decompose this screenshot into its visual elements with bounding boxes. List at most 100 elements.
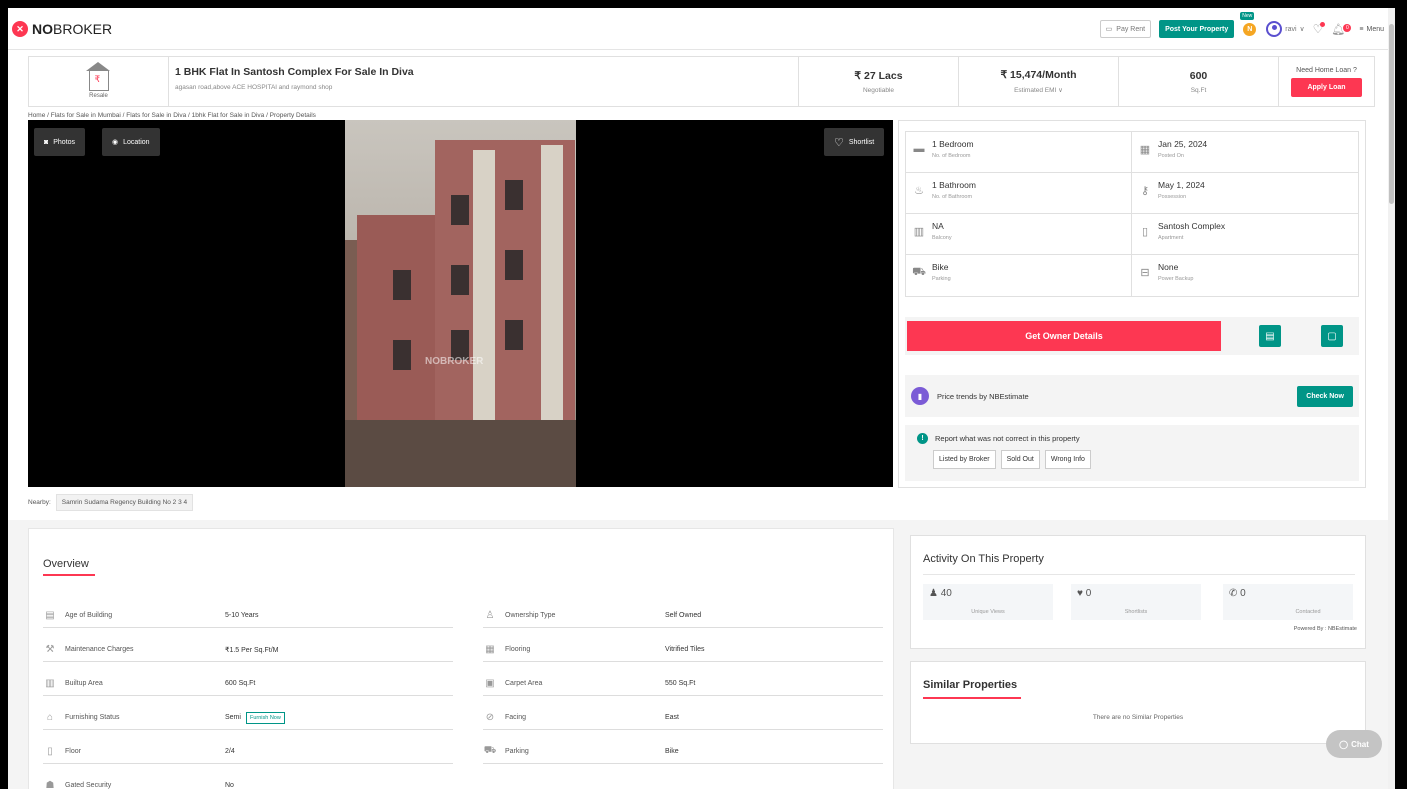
car-parking-icon: ⛟ <box>483 745 497 756</box>
photos-button[interactable]: ◙ Photos <box>34 128 86 156</box>
logo-mark-icon: ✕ <box>12 21 28 37</box>
maintenance-icon: ⚒ <box>45 644 55 655</box>
price-note: Negotiable <box>862 86 895 94</box>
similar-title: Similar Properties <box>923 679 1018 691</box>
feature-value: May 1, 2024 <box>1158 180 1205 190</box>
price-trends-row: ▮ Price trends by NBEstimate Check Now <box>905 375 1359 417</box>
overview-row: ⌂ Furnishing Status Semi Furnish Now <box>43 706 453 730</box>
views-label: Unique Views <box>971 609 1005 615</box>
feature-power-backup: ⊟ None Power Backup <box>1132 255 1358 296</box>
logo-text-rest: BROKER <box>53 21 113 37</box>
nobroker-logo[interactable]: ✕ NOBROKER <box>12 21 112 37</box>
notification-bell-icon[interactable]: 🔔︎ 0 <box>1331 23 1352 36</box>
notification-count: 0 <box>1343 23 1352 32</box>
building-age-icon: ▤ <box>45 610 55 621</box>
alert-icon: ! <box>917 433 928 444</box>
overview-row: ♙ Ownership Type Self Owned <box>483 604 883 628</box>
phone-icon: ✆ <box>1229 588 1238 599</box>
person-icon: ♟ <box>929 588 938 599</box>
views-count: 40 <box>940 588 952 599</box>
feature-parking: ⛟ Bike Parking <box>906 255 1132 296</box>
similar-empty-text: There are no Similar Properties <box>1092 714 1184 721</box>
price-trends-label: Price trends by NBEstimate <box>937 391 1029 401</box>
security-guard-icon: ☗ <box>45 780 55 789</box>
get-owner-details-button[interactable]: Get Owner Details <box>907 321 1221 351</box>
property-photo[interactable]: NOBROKER <box>345 120 576 487</box>
balcony-icon: ▥ <box>913 226 925 238</box>
overview-value: Bike <box>665 748 679 755</box>
report-wrong-info-button[interactable]: Wrong Info <box>1044 450 1091 469</box>
furnish-now-button[interactable]: Furnish Now <box>245 711 285 724</box>
photo-watermark: NOBROKER <box>425 356 484 367</box>
overview-card: Overview ▤ Age of Building 5-10 Years ⚒ Mai… <box>28 528 894 789</box>
car-icon: ⛟ <box>912 266 926 278</box>
chevron-down-icon: ∨ <box>1299 26 1305 33</box>
location-label: Location <box>123 138 150 146</box>
feature-bathroom: ♨ 1 Bathroom No. of Bathroom <box>906 173 1132 214</box>
scrollbar-thumb[interactable] <box>1389 24 1394 204</box>
feature-label: Possession <box>1158 194 1187 200</box>
breadcrumb[interactable]: Home / Flats for Sale in Mumbai / Flats … <box>28 112 316 119</box>
overview-row: ▤ Age of Building 5-10 Years <box>43 604 453 628</box>
area-cell: 600 Sq.Ft <box>1119 57 1279 106</box>
feature-bedroom: ▬ 1 Bedroom No. of Bedroom <box>906 132 1132 173</box>
resale-label: Resale <box>89 92 108 99</box>
overview-label: Gated Security <box>65 782 112 789</box>
top-navbar: ✕ NOBROKER ▭ Pay Rent Post Your Property… <box>8 8 1388 50</box>
overview-value: Semi <box>225 714 241 721</box>
activity-card: Activity On This Property ♟ 40 Unique Vi… <box>910 535 1366 649</box>
overview-label: Furnishing Status <box>65 714 120 721</box>
menu-button[interactable]: ≡ Menu <box>1359 26 1384 33</box>
builtup-area-icon: ▥ <box>45 678 55 689</box>
nb-coins-button[interactable]: New N <box>1240 12 1258 39</box>
overview-value: 600 Sq.Ft <box>225 680 256 687</box>
overview-row: ▦ Flooring Vitrified Tiles <box>483 638 883 662</box>
hamburger-icon: ≡ <box>1359 25 1364 33</box>
shortlist-button[interactable]: ♡ Shortlist <box>824 128 885 156</box>
similar-properties-card: Similar Properties There are no Similar … <box>910 661 1366 744</box>
price-trend-chart-icon: ▮ <box>911 387 929 405</box>
unique-views-stat: ♟ 40 Unique Views <box>923 584 1053 620</box>
shortlists-label: Shortlists <box>1124 609 1148 615</box>
shortlist-label: Shortlist <box>848 138 875 146</box>
overview-label: Parking <box>505 748 529 755</box>
photo-gallery[interactable]: NOBROKER ◙ Photos ◉ Location ♡ Shortlist <box>28 120 893 487</box>
user-name: ravi <box>1285 25 1297 33</box>
nearby-label: Nearby: <box>28 499 51 506</box>
page-scrollbar[interactable] <box>1388 8 1395 789</box>
post-property-button[interactable]: Post Your Property <box>1159 20 1235 38</box>
apply-loan-button[interactable]: Apply Loan <box>1291 77 1362 97</box>
location-button[interactable]: ◉ Location <box>102 128 160 156</box>
overview-title: Overview <box>43 558 89 570</box>
home-loan-cell: Need Home Loan ? Apply Loan <box>1279 57 1374 106</box>
overview-value: 5-10 Years <box>225 612 259 619</box>
overview-label: Facing <box>505 714 527 721</box>
report-sold-out-button[interactable]: Sold Out <box>1000 450 1040 469</box>
user-menu[interactable]: ravi ∨ <box>1266 21 1305 37</box>
menu-label: Menu <box>1366 25 1384 33</box>
nearby-place-chip[interactable]: Samrin Sudama Regency Building No 2 3 4 <box>55 494 194 511</box>
shortlist-heart-icon[interactable]: ♡ <box>1313 22 1326 36</box>
feature-value: 1 Bathroom <box>932 180 976 190</box>
price-value: ₹ 27 Lacs <box>854 69 903 82</box>
pay-rent-button[interactable]: ▭ Pay Rent <box>1099 20 1152 38</box>
battery-icon: ⊟ <box>1140 267 1150 279</box>
feature-label: No. of Bathroom <box>932 194 973 200</box>
report-listed-by-broker-button[interactable]: Listed by Broker <box>933 450 996 469</box>
bed-icon: ▬ <box>913 143 925 155</box>
activity-title: Activity On This Property <box>923 553 1044 565</box>
overview-row: ⊘ Facing East <box>483 706 883 730</box>
building-icon: ▯ <box>1141 226 1149 238</box>
feature-label: Posted On <box>1158 153 1184 159</box>
schedule-visit-calendar-icon[interactable]: ▤ <box>1259 325 1281 347</box>
compass-facing-icon: ⊘ <box>485 712 495 723</box>
floor-icon: ▯ <box>47 746 53 757</box>
chat-message-icon[interactable]: ▢ <box>1321 325 1343 347</box>
emi-note: Estimated EMI ∨ <box>1014 87 1063 94</box>
emi-cell[interactable]: ₹ 15,474/Month Estimated EMI ∨ <box>959 57 1119 106</box>
chat-button[interactable]: ◯ Chat <box>1326 730 1382 758</box>
overview-row: ▥ Builtup Area 600 Sq.Ft <box>43 672 453 696</box>
check-now-button[interactable]: Check Now <box>1297 385 1353 407</box>
overview-label: Maintenance Charges <box>65 646 134 653</box>
overview-label: Carpet Area <box>505 680 543 687</box>
